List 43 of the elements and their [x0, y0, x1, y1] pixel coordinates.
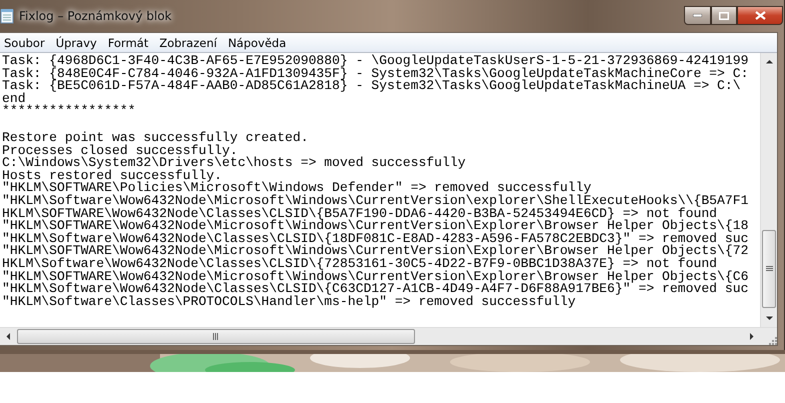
menu-item[interactable]: Formát [104, 36, 156, 50]
grip-icon [766, 266, 772, 272]
text-line: "HKLM\SOFTWARE\Wow6432Node\Microsoft\Windows\CurrentVersion\Explorer\Browser Helper Objects\{18 [2, 220, 750, 233]
horizontal-scrollbar[interactable] [0, 327, 777, 345]
grip-icon [213, 333, 219, 340]
text-line: HKLM\Software\Wow6432Node\Classes\CLSID\{72853161-30C5-4D22-B7F9-0BBC1D38A37E} => not found [2, 258, 718, 270]
close-button[interactable] [737, 6, 783, 25]
scroll-thumb[interactable] [762, 230, 776, 308]
maximize-button[interactable] [711, 6, 737, 25]
text-line: "HKLM\Software\Classes\PROTOCOLS\Handler\ms-help" => removed successfully [2, 296, 576, 308]
text-line: "HKLM\Software\Wow6432Node\Classes\CLSID\{C63CD127-A1CB-4D49-A4F7-D6F88A917BE6}" => removed suc [2, 283, 750, 296]
text-line: ***************** [2, 105, 137, 118]
notepad-icon [0, 8, 14, 24]
text-line: C:\Windows\System32\Drivers\etc\hosts => moved successfully [2, 157, 467, 170]
text-line: "HKLM\SOFTWARE\Wow6432Node\Microsoft\Windows\CurrentVersion\Explorer\Browser Helper Objects\{72 [2, 245, 750, 258]
scroll-right-icon[interactable] [748, 333, 755, 340]
scroll-up-icon[interactable] [766, 58, 773, 65]
text-line: "HKLM\Software\Wow6432Node\Classes\CLSID\{18DF081C-E8AD-4283-A596-FA578C2EBDC3}" => removed suc [2, 232, 750, 246]
text-line: Task: {BE5C061D-F57A-484F-AAB0-AD85C61A2818} - System32\Tasks\GoogleUpdateTaskMachineUA => C:\ [2, 80, 742, 93]
text-line: Task: {4968D6C1-3F40-4C3B-AF65-E7E952090880} - \GoogleUpdateTaskUserS-1-5-21-372936869-42419199 [2, 55, 750, 68]
minimize-icon [693, 14, 702, 17]
scroll-left-icon[interactable] [5, 333, 12, 340]
resize-grip-icon[interactable] [767, 335, 777, 345]
text-line: Processes closed successfully. [2, 144, 238, 158]
minimize-button[interactable] [684, 6, 711, 25]
scroll-down-icon[interactable] [766, 315, 773, 322]
menu-item[interactable]: Soubor [0, 36, 52, 50]
text-line: Task: {848E0C4F-C784-4046-932A-A1FD1309435F} - System32\Tasks\GoogleUpdateTaskMachineCore => C: [2, 68, 750, 80]
menu-item[interactable]: Nápověda [224, 36, 294, 50]
scroll-thumb[interactable] [17, 329, 415, 344]
text-line: "HKLM\SOFTWARE\Wow6432Node\Microsoft\Windows\CurrentVersion\Explorer\Browser Helper Objects\{C6 [2, 270, 750, 284]
menu-item[interactable]: Zobrazení [155, 36, 224, 50]
text-line: end [2, 92, 26, 106]
text-line: Hosts restored successfully. [2, 170, 222, 182]
window-title: Fixlog – Poznámkový blok [19, 9, 172, 23]
text-line: "HKLM\Software\Wow6432Node\Microsoft\Windows\CurrentVersion\explorer\ShellExecuteHooks\\{B5A7F1 [2, 194, 750, 208]
maximize-icon [719, 12, 729, 20]
close-icon [754, 11, 766, 20]
vertical-scrollbar[interactable] [760, 53, 777, 327]
text-line: Restore point was successfully created. [2, 132, 310, 145]
menu-item[interactable]: Úpravy [52, 36, 104, 50]
text-line: "HKLM\SOFTWARE\Policies\Microsoft\Windows Defender" => removed successfully [2, 182, 592, 195]
text-line: HKLM\SOFTWARE\Wow6432Node\Classes\CLSID\{B5A7F190-DDA6-4420-B3BA-52453494E6CD} => not found [2, 208, 718, 220]
